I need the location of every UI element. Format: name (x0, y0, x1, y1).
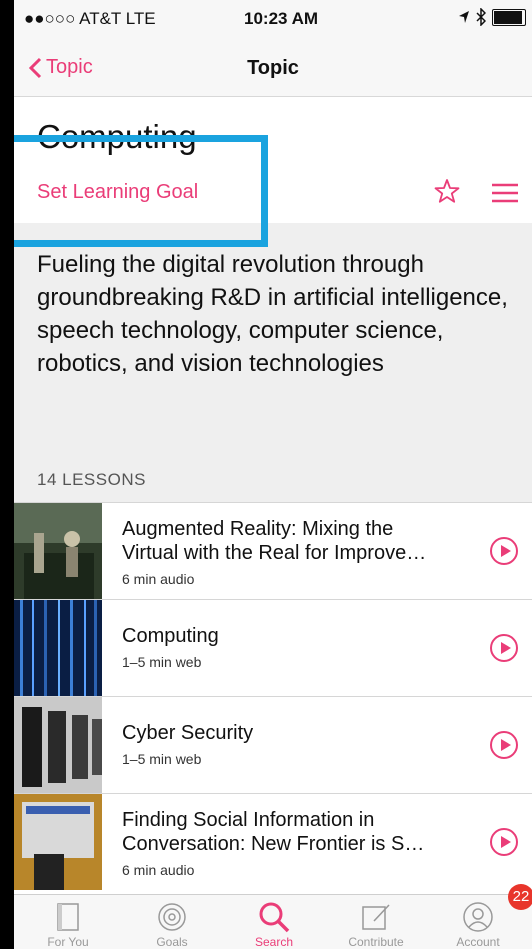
lesson-title-cont: Virtual with the Real for Improve… (122, 542, 427, 564)
lesson-row[interactable]: Augmented Reality: Mixing the Virtual wi… (14, 502, 532, 599)
lesson-title-cont: Conversation: New Frontier is S… (122, 833, 425, 855)
tab-label: Contribute (348, 935, 404, 949)
lesson-meta: 6 min audio (122, 571, 195, 587)
tab-bar: For You Goals Search Contribute Account (14, 894, 532, 949)
lesson-row[interactable]: Computing 1–5 min web (14, 599, 532, 696)
play-icon[interactable] (490, 828, 518, 856)
lesson-row[interactable]: Cyber Security 1–5 min web (14, 696, 532, 793)
lessons-count: 14 LESSONS (37, 470, 146, 489)
status-icons (458, 8, 526, 26)
tab-search[interactable]: Search (224, 895, 324, 949)
menu-icon[interactable] (492, 183, 518, 203)
navigation-bar: Topic Topic (14, 40, 532, 97)
lesson-thumbnail (14, 600, 102, 696)
lesson-list: Augmented Reality: Mixing the Virtual wi… (14, 502, 532, 890)
star-icon[interactable] (434, 178, 460, 204)
location-icon (459, 11, 469, 23)
compose-icon (362, 904, 390, 930)
lesson-thumbnail (14, 794, 102, 890)
lesson-title: Augmented Reality: Mixing the (122, 518, 394, 540)
lesson-thumbnail (14, 697, 102, 793)
screen: ●●○○○ AT&T LTE 10:23 AM Topic Topic Comp… (14, 0, 532, 949)
lesson-meta: 1–5 min web (122, 654, 202, 670)
tab-label: Search (254, 935, 294, 949)
highlight-box (14, 135, 268, 247)
tab-goals[interactable]: Goals (122, 895, 222, 949)
clock: 10:23 AM (244, 9, 319, 28)
person-icon (463, 902, 493, 932)
tab-label: Account (456, 935, 500, 949)
lesson-thumbnail (14, 503, 102, 599)
topic-description: Fueling the digital revolution through g… (37, 251, 508, 377)
play-icon[interactable] (490, 537, 518, 565)
target-icon (158, 903, 186, 931)
tab-label: For You (47, 935, 89, 949)
tab-for-you[interactable]: For You (18, 895, 118, 949)
play-icon[interactable] (490, 731, 518, 759)
battery-icon (492, 8, 526, 26)
play-icon[interactable] (490, 634, 518, 662)
tab-label: Goals (156, 935, 188, 949)
book-icon (57, 903, 79, 931)
tab-contribute[interactable]: Contribute (326, 895, 426, 949)
lesson-row[interactable]: Finding Social Information in Conversati… (14, 793, 532, 890)
carrier-label: ●●○○○ AT&T LTE (24, 9, 156, 28)
lesson-title: Finding Social Information in (122, 809, 375, 831)
lesson-meta: 1–5 min web (122, 751, 202, 767)
bluetooth-icon (476, 8, 486, 26)
lesson-title: Computing (122, 625, 219, 647)
nav-title: Topic (247, 57, 299, 79)
lesson-meta: 6 min audio (122, 862, 195, 878)
status-bar: ●●○○○ AT&T LTE 10:23 AM (14, 0, 532, 40)
search-icon (259, 902, 290, 933)
lesson-title: Cyber Security (122, 722, 254, 744)
notification-badge: 22 (508, 884, 532, 910)
